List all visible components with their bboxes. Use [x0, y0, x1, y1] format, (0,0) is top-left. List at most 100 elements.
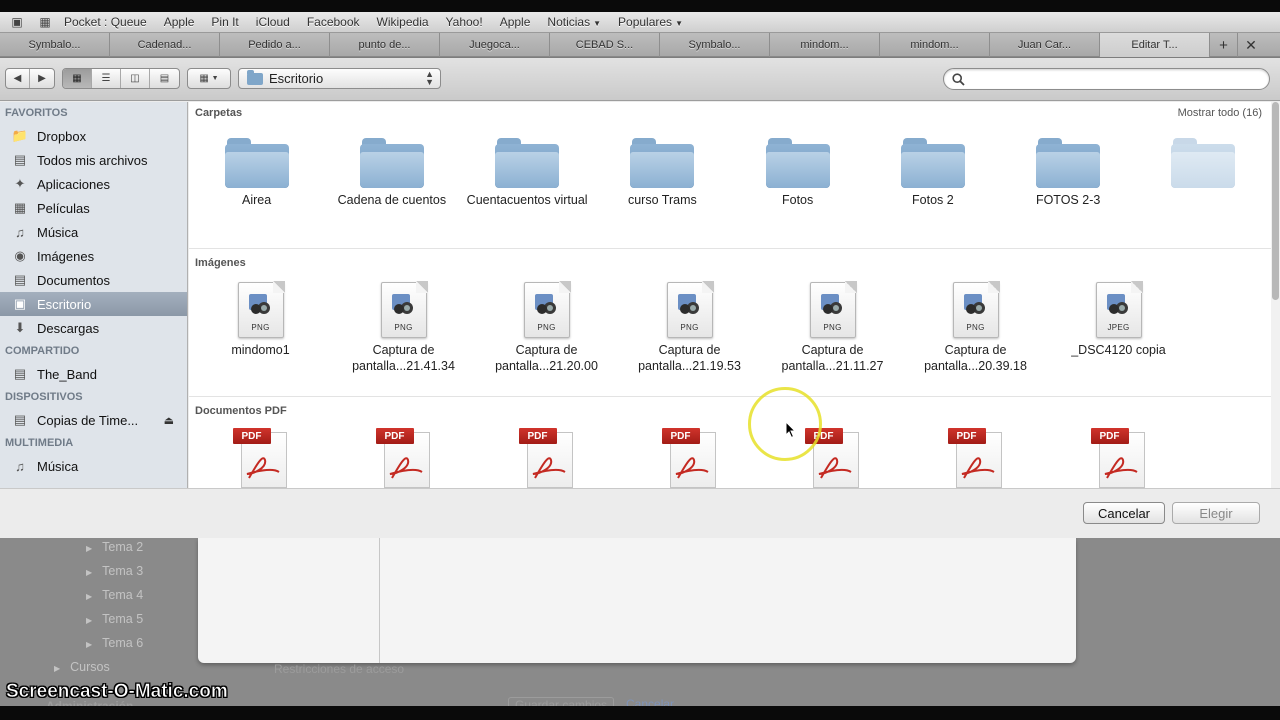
bookmark-item[interactable]: Facebook — [307, 15, 360, 29]
scrollbar-thumb[interactable] — [1272, 102, 1279, 300]
pdf-file-item[interactable]: PDF — [475, 422, 618, 488]
bookmark-folder-populares[interactable]: Populares ▼ — [618, 15, 683, 29]
search-icon — [952, 72, 965, 86]
browser-tab[interactable]: Cadenad... — [110, 33, 220, 57]
cancel-button[interactable]: Cancelar — [1083, 502, 1165, 524]
image-file-item[interactable]: PNG Captura de pantalla...21.19.53 — [618, 274, 761, 396]
sidebar-item-the-band[interactable]: ▤ The_Band — [0, 362, 187, 386]
browser-tab[interactable]: CEBAD S... — [550, 33, 660, 57]
tree-item-cursos[interactable]: ▶ Cursos — [54, 660, 110, 674]
pdf-file-item[interactable]: PDF — [618, 422, 761, 488]
folder-item[interactable]: Cadena de cuentos — [324, 124, 459, 248]
folder-item[interactable]: Fotos 2 — [865, 124, 1000, 248]
pdf-badge: PDF — [947, 428, 986, 444]
bookmarks-bar: ▣ ▦ Pocket : Queue Apple Pin It iCloud F… — [0, 12, 1280, 33]
sidebar-section-title: MULTIMEDIA — [5, 437, 74, 449]
pdf-file-item[interactable]: PDF — [1047, 422, 1190, 488]
image-file-item[interactable]: PNG Captura de pantalla...21.20.00 — [475, 274, 618, 396]
pdf-badge: PDF — [518, 428, 557, 444]
icon-view-button[interactable]: ▦ — [63, 69, 92, 88]
sidebar-item-all-files[interactable]: ▤ Todos mis archivos — [0, 148, 187, 172]
folder-item[interactable]: curso Trams — [595, 124, 730, 248]
dialog-button-bar: Cancelar Elegir — [0, 488, 1280, 538]
forward-button[interactable]: ▶ — [30, 69, 54, 88]
browser-tab[interactable]: Pedido a... — [220, 33, 330, 57]
tree-item[interactable]: ▶ Tema 2 — [86, 540, 143, 554]
sidebar-item-music-media[interactable]: ♫ Música — [0, 454, 187, 478]
image-grid: PNG mindomo1 PNG Captura de pantalla...2… — [189, 274, 1271, 396]
close-tab-icon[interactable]: ✕ — [1238, 33, 1264, 57]
pdf-file-icon: PDF — [660, 428, 720, 488]
tree-item-label: Tema 6 — [102, 636, 144, 650]
sidebar-item-documents[interactable]: ▤ Documentos — [0, 268, 187, 292]
tree-item[interactable]: ▶ Tema 5 — [86, 612, 143, 626]
open-file-dialog: ◀ ▶ ▦ ☰ ◫ ▤ ▦ ▼ Escritorio ▲ ▼ FAVORITOS … — [0, 58, 1280, 538]
location-popup[interactable]: Escritorio ▲ ▼ — [238, 68, 441, 89]
tree-item[interactable]: ▶ Tema 6 — [86, 636, 143, 650]
sidebar-item-applications[interactable]: ✦ Aplicaciones — [0, 172, 187, 196]
png-file-icon: PNG — [809, 281, 857, 338]
sidebar-item-music[interactable]: ♫ Música — [0, 220, 187, 244]
browser-tab[interactable]: mindom... — [880, 33, 990, 57]
bookmark-item[interactable]: iCloud — [256, 15, 290, 29]
pdf-file-icon: PDF — [1089, 428, 1149, 488]
browser-tab[interactable]: Juan Car... — [990, 33, 1100, 57]
bookmark-item[interactable]: Wikipedia — [377, 15, 429, 29]
folder-item[interactable]: Airea — [189, 124, 324, 248]
bookmark-item[interactable]: Apple — [164, 15, 195, 29]
browser-tab[interactable]: Symbalo... — [660, 33, 770, 57]
coverflow-view-button[interactable]: ▤ — [150, 69, 179, 88]
show-all-link[interactable]: Mostrar todo (16) — [1178, 107, 1262, 119]
image-file-item[interactable]: PNG Captura de pantalla...21.41.34 — [332, 274, 475, 396]
image-file-item[interactable]: PNG mindomo1 — [189, 274, 332, 396]
image-file-item[interactable]: PNG Captura de pantalla...21.11.27 — [761, 274, 904, 396]
sidebar-item-dropbox[interactable]: 📁 Dropbox — [0, 124, 187, 148]
bookmark-item[interactable]: Apple — [500, 15, 531, 29]
back-button[interactable]: ◀ — [6, 69, 30, 88]
browser-tab[interactable]: Juegoca... — [440, 33, 550, 57]
search-field[interactable] — [943, 68, 1270, 90]
file-label: Captura de pantalla...21.11.27 — [781, 343, 884, 373]
folder-item-stack[interactable] — [1136, 124, 1271, 248]
image-file-item[interactable]: PNG Captura de pantalla...20.39.18 — [904, 274, 1047, 396]
bookmark-item[interactable]: Pocket : Queue — [64, 15, 147, 29]
bookmark-folder-noticias[interactable]: Noticias ▼ — [547, 15, 601, 29]
arrange-button[interactable]: ▦ ▼ — [188, 69, 230, 88]
list-view-button[interactable]: ☰ — [92, 69, 121, 88]
browser-tab-active[interactable]: Editar T... — [1100, 33, 1210, 57]
tree-item[interactable]: ▶ Tema 4 — [86, 588, 143, 602]
sidebar-item-desktop[interactable]: ▣ Escritorio — [0, 292, 187, 316]
file-extension: PNG — [394, 323, 413, 332]
pdf-file-item[interactable]: PDF — [904, 422, 1047, 488]
sidebar-item-label: The_Band — [37, 366, 97, 382]
grid-icon: ▦ — [199, 73, 209, 84]
browser-tab[interactable]: punto de... — [330, 33, 440, 57]
search-input[interactable] — [971, 72, 1269, 86]
sidebar-item-movies[interactable]: ▦ Películas — [0, 196, 187, 220]
movies-icon: ▦ — [13, 200, 27, 215]
sidebar-item-time-machine[interactable]: ▤ Copias de Time... ⏏ — [0, 408, 187, 432]
sidebar-item-downloads[interactable]: ⬇ Descargas — [0, 316, 187, 340]
choose-button[interactable]: Elegir — [1172, 502, 1260, 524]
pdf-file-item[interactable]: PDF — [189, 422, 332, 488]
new-tab-button[interactable]: + — [1210, 33, 1238, 57]
section-header: Documentos PDF — [189, 400, 1271, 422]
image-file-item[interactable]: JPEG _DSC4120 copia — [1047, 274, 1190, 396]
bookmark-item[interactable]: Yahoo! — [446, 15, 483, 29]
browser-tab[interactable]: mindom... — [770, 33, 880, 57]
sidebar-item-pictures[interactable]: ◉ Imágenes — [0, 244, 187, 268]
folder-item[interactable]: Cuentacuentos virtual — [460, 124, 595, 248]
eject-icon[interactable]: ⏏ — [164, 414, 174, 427]
folder-item[interactable]: Fotos — [730, 124, 865, 248]
reading-list-icon[interactable]: ▣ — [8, 15, 26, 29]
vertical-scrollbar[interactable] — [1271, 102, 1280, 488]
disclosure-triangle-icon: ▶ — [86, 592, 93, 601]
browser-tab[interactable]: Symbalo... — [0, 33, 110, 57]
top-sites-icon[interactable]: ▦ — [36, 15, 54, 29]
pdf-file-item[interactable]: PDF — [332, 422, 475, 488]
column-view-button[interactable]: ◫ — [121, 69, 150, 88]
bookmark-item[interactable]: Pin It — [211, 15, 238, 29]
disclosure-triangle-icon: ▶ — [86, 568, 93, 577]
folder-item[interactable]: FOTOS 2-3 — [1001, 124, 1136, 248]
tree-item[interactable]: ▶ Tema 3 — [86, 564, 143, 578]
